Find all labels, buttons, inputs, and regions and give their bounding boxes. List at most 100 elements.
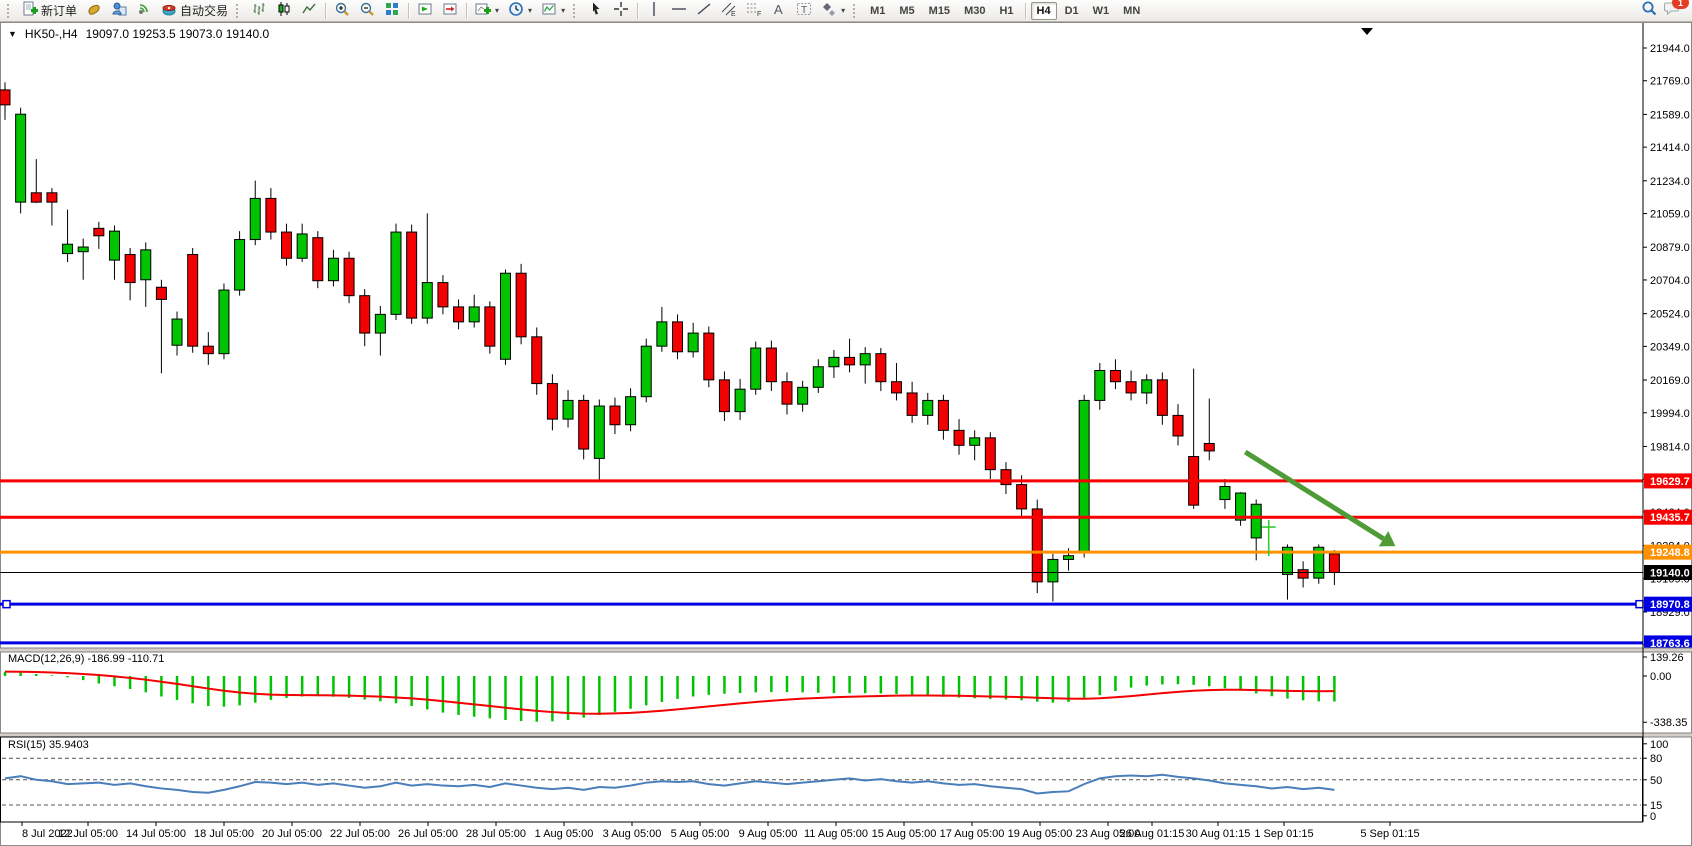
template-button[interactable]: ▾ xyxy=(537,0,569,22)
timeframe-button-h1[interactable]: H1 xyxy=(993,2,1019,20)
crosshair-tool-button[interactable] xyxy=(609,0,633,22)
svg-text:A: A xyxy=(774,2,783,17)
toolbar-separator xyxy=(325,3,326,19)
new-order-label: 新订单 xyxy=(41,2,77,19)
chart-window: 21944.021769.021589.021414.021234.021059… xyxy=(0,22,1692,846)
svg-text:20704.0: 20704.0 xyxy=(1650,275,1690,287)
add-indicator-button[interactable]: ▾ xyxy=(471,0,503,22)
svg-text:18970.8: 18970.8 xyxy=(1650,599,1690,611)
toolbar-separator xyxy=(1025,3,1026,19)
chart-shift-button[interactable] xyxy=(438,0,462,22)
svg-text:F: F xyxy=(757,11,761,17)
search-icon[interactable] xyxy=(1641,0,1658,22)
text-label-icon: T xyxy=(796,1,812,20)
svg-text:50: 50 xyxy=(1650,775,1662,787)
svg-text:19 Aug 05:00: 19 Aug 05:00 xyxy=(1008,828,1073,840)
macd-signal-line xyxy=(5,672,1334,714)
channel-tool-button[interactable]: E xyxy=(717,0,741,22)
text-label-tool-button[interactable]: T xyxy=(792,0,816,22)
svg-text:5 Sep 01:15: 5 Sep 01:15 xyxy=(1360,828,1419,840)
auto-scroll-button[interactable] xyxy=(413,0,437,22)
time-axis[interactable]: 8 Jul 202212 Jul 05:0014 Jul 05:0018 Jul… xyxy=(0,822,1643,840)
rsi-line xyxy=(5,775,1334,794)
svg-text:19994.0: 19994.0 xyxy=(1650,408,1690,420)
notification-badge: 1 xyxy=(1672,0,1689,9)
timeframe-button-m5[interactable]: M5 xyxy=(893,2,920,20)
timeframe-button-m1[interactable]: M1 xyxy=(864,2,891,20)
svg-text:21234.0: 21234.0 xyxy=(1650,176,1690,188)
fibonacci-tool-button[interactable]: F xyxy=(742,0,766,22)
gold-horn-button[interactable] xyxy=(82,0,106,22)
timeframe-button-d1[interactable]: D1 xyxy=(1059,2,1085,20)
clock-icon xyxy=(508,1,524,20)
vertical-line-tool-button[interactable] xyxy=(642,0,666,22)
timeframe-button-m15[interactable]: M15 xyxy=(923,2,956,20)
cross-marker-annotation[interactable] xyxy=(1262,520,1276,556)
svg-text:1 Aug 05:00: 1 Aug 05:00 xyxy=(535,828,594,840)
crosshair-icon xyxy=(613,1,629,20)
svg-text:21769.0: 21769.0 xyxy=(1650,76,1690,88)
timeframe-button-w1[interactable]: W1 xyxy=(1087,2,1116,20)
svg-text:-338.35: -338.35 xyxy=(1650,717,1687,729)
period-button[interactable]: ▾ xyxy=(504,0,536,22)
tile-windows-button[interactable] xyxy=(380,0,404,22)
shapes-dropdown[interactable]: ▾ xyxy=(841,6,845,15)
zoom-in-button[interactable] xyxy=(330,0,354,22)
profile-button[interactable] xyxy=(107,0,131,22)
zoom-out-button[interactable] xyxy=(355,0,379,22)
main-toolbar: 新订单 自动交易 ▾ ▾ ▾ E F A T ▾ M1M5M15M30H1 H4D… xyxy=(0,0,1692,22)
svg-text:19140.0: 19140.0 xyxy=(1650,568,1690,580)
svg-text:18 Jul 05:00: 18 Jul 05:00 xyxy=(194,828,254,840)
toolbar-grip xyxy=(7,4,14,18)
svg-text:19629.7: 19629.7 xyxy=(1650,476,1690,488)
hline-handle xyxy=(3,601,10,608)
candlestick-chart-button[interactable] xyxy=(272,0,296,22)
autotrade-button[interactable]: 自动交易 xyxy=(157,0,232,22)
svg-text:20524.0: 20524.0 xyxy=(1650,309,1690,321)
signal-button[interactable] xyxy=(132,0,156,22)
svg-text:1 Sep 01:15: 1 Sep 01:15 xyxy=(1254,828,1313,840)
shapes-tool-button[interactable]: ▾ xyxy=(817,0,849,22)
price-axis[interactable]: 21944.021769.021589.021414.021234.021059… xyxy=(1643,43,1690,652)
toolbar-separator xyxy=(466,3,467,19)
horizontal-line-tool-button[interactable] xyxy=(667,0,691,22)
timeframe-button-h4[interactable]: H4 xyxy=(1031,2,1057,20)
timeframe-button-m30[interactable]: M30 xyxy=(958,2,991,20)
chart-shift-icon xyxy=(442,1,458,20)
svg-text:20879.0: 20879.0 xyxy=(1650,242,1690,254)
svg-text:19435.7: 19435.7 xyxy=(1650,512,1690,524)
svg-text:15 Aug 05:00: 15 Aug 05:00 xyxy=(872,828,937,840)
svg-text:20349.0: 20349.0 xyxy=(1650,341,1690,353)
profile-icon xyxy=(111,1,127,20)
svg-text:0.00: 0.00 xyxy=(1650,671,1671,683)
bar-chart-button[interactable] xyxy=(247,0,271,22)
svg-text:100: 100 xyxy=(1650,739,1668,751)
chat-button[interactable]: 1 xyxy=(1664,0,1682,21)
template-dropdown[interactable]: ▾ xyxy=(561,6,565,15)
horizontal-line-icon xyxy=(671,1,687,20)
svg-text:19248.8: 19248.8 xyxy=(1650,547,1690,559)
trendline-tool-button[interactable] xyxy=(692,0,716,22)
chart-shift-marker[interactable] xyxy=(1361,28,1373,35)
toolbar-separator xyxy=(408,3,409,19)
cursor-tool-button[interactable] xyxy=(584,0,608,22)
candlestick-chart-icon xyxy=(276,1,292,20)
period-dropdown[interactable]: ▾ xyxy=(528,6,532,15)
auto-scroll-icon xyxy=(417,1,433,20)
add-indicator-dropdown[interactable]: ▾ xyxy=(495,6,499,15)
svg-text:E: E xyxy=(731,11,736,17)
chart-canvas[interactable]: 21944.021769.021589.021414.021234.021059… xyxy=(0,22,1692,846)
svg-text:9 Aug 05:00: 9 Aug 05:00 xyxy=(739,828,798,840)
toolbar-grip xyxy=(236,4,243,18)
bar-chart-icon xyxy=(251,1,267,20)
line-chart-button[interactable] xyxy=(297,0,321,22)
new-order-button[interactable]: 新订单 xyxy=(18,0,81,22)
svg-text:21059.0: 21059.0 xyxy=(1650,209,1690,221)
trend-arrow-annotation[interactable] xyxy=(1245,452,1395,546)
text-tool-button[interactable]: A xyxy=(767,0,791,22)
horizontal-lines[interactable]: 19629.719435.719248.819140.018970.818763… xyxy=(0,473,1692,650)
macd-pane: 139.260.00-338.35 xyxy=(5,652,1687,729)
candlestick-series xyxy=(0,82,1339,601)
tile-windows-icon xyxy=(384,1,400,20)
timeframe-button-mn[interactable]: MN xyxy=(1117,2,1146,20)
